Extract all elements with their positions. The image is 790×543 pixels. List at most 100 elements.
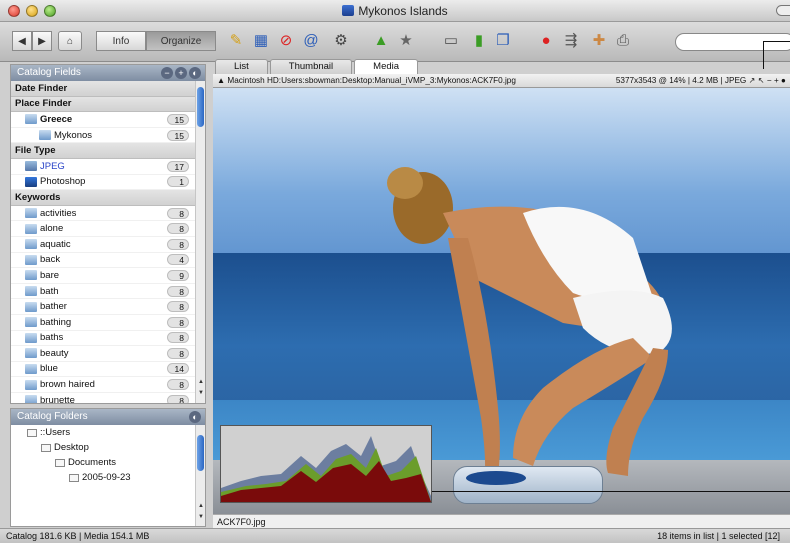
field-label: Place Finder: [15, 98, 72, 110]
callout-vertical-line: [763, 41, 764, 69]
back-button[interactable]: ◀: [12, 31, 32, 51]
field-count-badge: 8: [167, 316, 189, 328]
field-list-item[interactable]: brunette 8: [11, 393, 197, 403]
print-icon[interactable]: ⎙: [612, 30, 634, 52]
actual-size-icon[interactable]: ↖: [758, 76, 765, 85]
tab-thumbnail[interactable]: Thumbnail: [269, 59, 353, 74]
folder-icon: [39, 130, 51, 141]
info-button[interactable]: Info: [96, 31, 146, 51]
catalog-folders-panel: Catalog Folders ◐ ::UsersDesktopDocument…: [10, 408, 206, 527]
slideshow-icon[interactable]: ▦: [250, 30, 272, 52]
field-list-item[interactable]: beauty 8: [11, 346, 197, 362]
field-list-item[interactable]: Photoshop 1: [11, 175, 197, 191]
field-list-item[interactable]: bather 8: [11, 299, 197, 315]
folders-scroll-down-icon[interactable]: ▼: [197, 514, 205, 523]
toolbar-toggle-button[interactable]: [776, 5, 790, 16]
home-button[interactable]: ⌂: [58, 31, 82, 51]
contact-sheet-icon[interactable]: ✚: [588, 30, 610, 52]
folder-icon: [27, 428, 37, 437]
tab-media[interactable]: Media: [354, 59, 419, 74]
field-list-item[interactable]: bath 8: [11, 284, 197, 300]
zoom-out-icon[interactable]: −: [767, 76, 772, 85]
folder-list-item[interactable]: Documents: [11, 455, 197, 470]
field-list-item[interactable]: bare 9: [11, 268, 197, 284]
folder-label: Documents: [68, 457, 117, 468]
field-section-header[interactable]: Keywords: [11, 190, 197, 206]
field-count-badge: 14: [167, 363, 189, 375]
field-count-badge: 15: [167, 113, 189, 125]
field-count-badge: 8: [167, 301, 189, 313]
field-list-item[interactable]: baths 8: [11, 331, 197, 347]
copy-icon[interactable]: ❐: [492, 30, 514, 52]
catalog-folders-title: Catalog Folders: [17, 411, 88, 422]
fit-icon[interactable]: ↗: [749, 76, 756, 85]
field-section-header[interactable]: Date Finder: [11, 81, 197, 97]
scroll-down-arrow-icon[interactable]: ▼: [197, 390, 205, 399]
add-field-button[interactable]: +: [175, 67, 187, 79]
field-list-item[interactable]: brown haired 8: [11, 377, 197, 393]
field-section-header[interactable]: Place Finder: [11, 96, 197, 113]
email-icon[interactable]: @: [300, 30, 322, 52]
scale-dial: [466, 471, 526, 485]
histogram-chart: [221, 426, 431, 502]
field-list-item[interactable]: alone 8: [11, 221, 197, 237]
folder-list-item[interactable]: ::Users: [11, 425, 197, 440]
pencil-icon[interactable]: ✎: [225, 30, 247, 52]
histogram-panel: [220, 425, 432, 503]
media-info-text: 5377x3543 @ 14% | 4.2 MB | JPEG: [615, 76, 747, 85]
photo-scale: [453, 466, 603, 504]
catalog-size-status: Catalog 181.6 KB | Media 154.1 MB: [6, 531, 150, 541]
catalog-fields-header: Catalog Fields − + ◐: [11, 65, 205, 81]
rotate-icon[interactable]: ●: [781, 76, 786, 85]
keyword-icon: [25, 363, 37, 374]
media-caption: ACK7F0.jpg: [213, 514, 790, 528]
tab-list[interactable]: List: [215, 59, 268, 74]
catalog-folders-scrollbar[interactable]: ▲ ▼: [195, 425, 205, 526]
label-icon[interactable]: ▲: [370, 30, 392, 52]
field-list-item[interactable]: back 4: [11, 253, 197, 269]
text-annotation-icon[interactable]: ▭: [440, 30, 462, 52]
field-list-item[interactable]: aquatic 8: [11, 237, 197, 253]
folder-label: 2005-09-23: [82, 472, 131, 483]
burn-disc-icon[interactable]: ●: [535, 30, 557, 52]
folder-list-item[interactable]: 2005-09-23: [11, 470, 197, 485]
field-count-badge: 8: [167, 285, 189, 297]
sort-icon[interactable]: ▮: [468, 30, 490, 52]
keyword-icon: [25, 270, 37, 281]
forward-button[interactable]: ▶: [32, 31, 52, 51]
media-viewer[interactable]: [213, 88, 790, 514]
folder-list-item[interactable]: Desktop: [11, 440, 197, 455]
folder-options-button[interactable]: ◐: [189, 411, 201, 423]
folder-label: ::Users: [40, 427, 71, 438]
media-info: 5377x3543 @ 14% | 4.2 MB | JPEG ↗ ↖ − + …: [615, 74, 786, 87]
folders-scroll-up-icon[interactable]: ▲: [197, 503, 205, 512]
field-count-badge: 15: [167, 129, 189, 141]
search-input[interactable]: [675, 33, 790, 51]
zoom-in-icon[interactable]: +: [774, 76, 779, 85]
folder-icon: [69, 473, 79, 482]
rating-star-icon[interactable]: ★: [395, 30, 417, 52]
field-list-item[interactable]: blue 14: [11, 362, 197, 378]
export-icon[interactable]: ⇶: [560, 30, 582, 52]
field-list-item[interactable]: Greece 15: [11, 112, 197, 128]
field-section-header[interactable]: File Type: [11, 143, 197, 159]
scroll-up-arrow-icon[interactable]: ▲: [197, 379, 205, 388]
keyword-icon: [25, 208, 37, 219]
keyword-icon: [25, 379, 37, 390]
field-list-item[interactable]: activities 8: [11, 206, 197, 222]
field-list-item[interactable]: Mykonos 15: [11, 128, 197, 144]
field-options-button[interactable]: ◐: [189, 67, 201, 79]
scroll-thumb[interactable]: [197, 87, 204, 127]
field-list-item[interactable]: JPEG 17: [11, 159, 197, 175]
keyword-icon: [25, 286, 37, 297]
keyword-icon: [25, 317, 37, 328]
field-list-item[interactable]: bathing 8: [11, 315, 197, 331]
folders-scroll-thumb[interactable]: [197, 435, 204, 471]
organize-button[interactable]: Organize: [146, 31, 216, 51]
keyword-icon: [25, 301, 37, 312]
catalog-fields-scrollbar[interactable]: ▲ ▼: [195, 81, 205, 403]
no-entry-icon[interactable]: ⊘: [275, 30, 297, 52]
remove-field-button[interactable]: −: [161, 67, 173, 79]
path-bar: ▲ Macintosh HD:Users:sbowman:Desktop:Man…: [213, 74, 790, 88]
script-icon[interactable]: ⚙: [330, 30, 352, 52]
